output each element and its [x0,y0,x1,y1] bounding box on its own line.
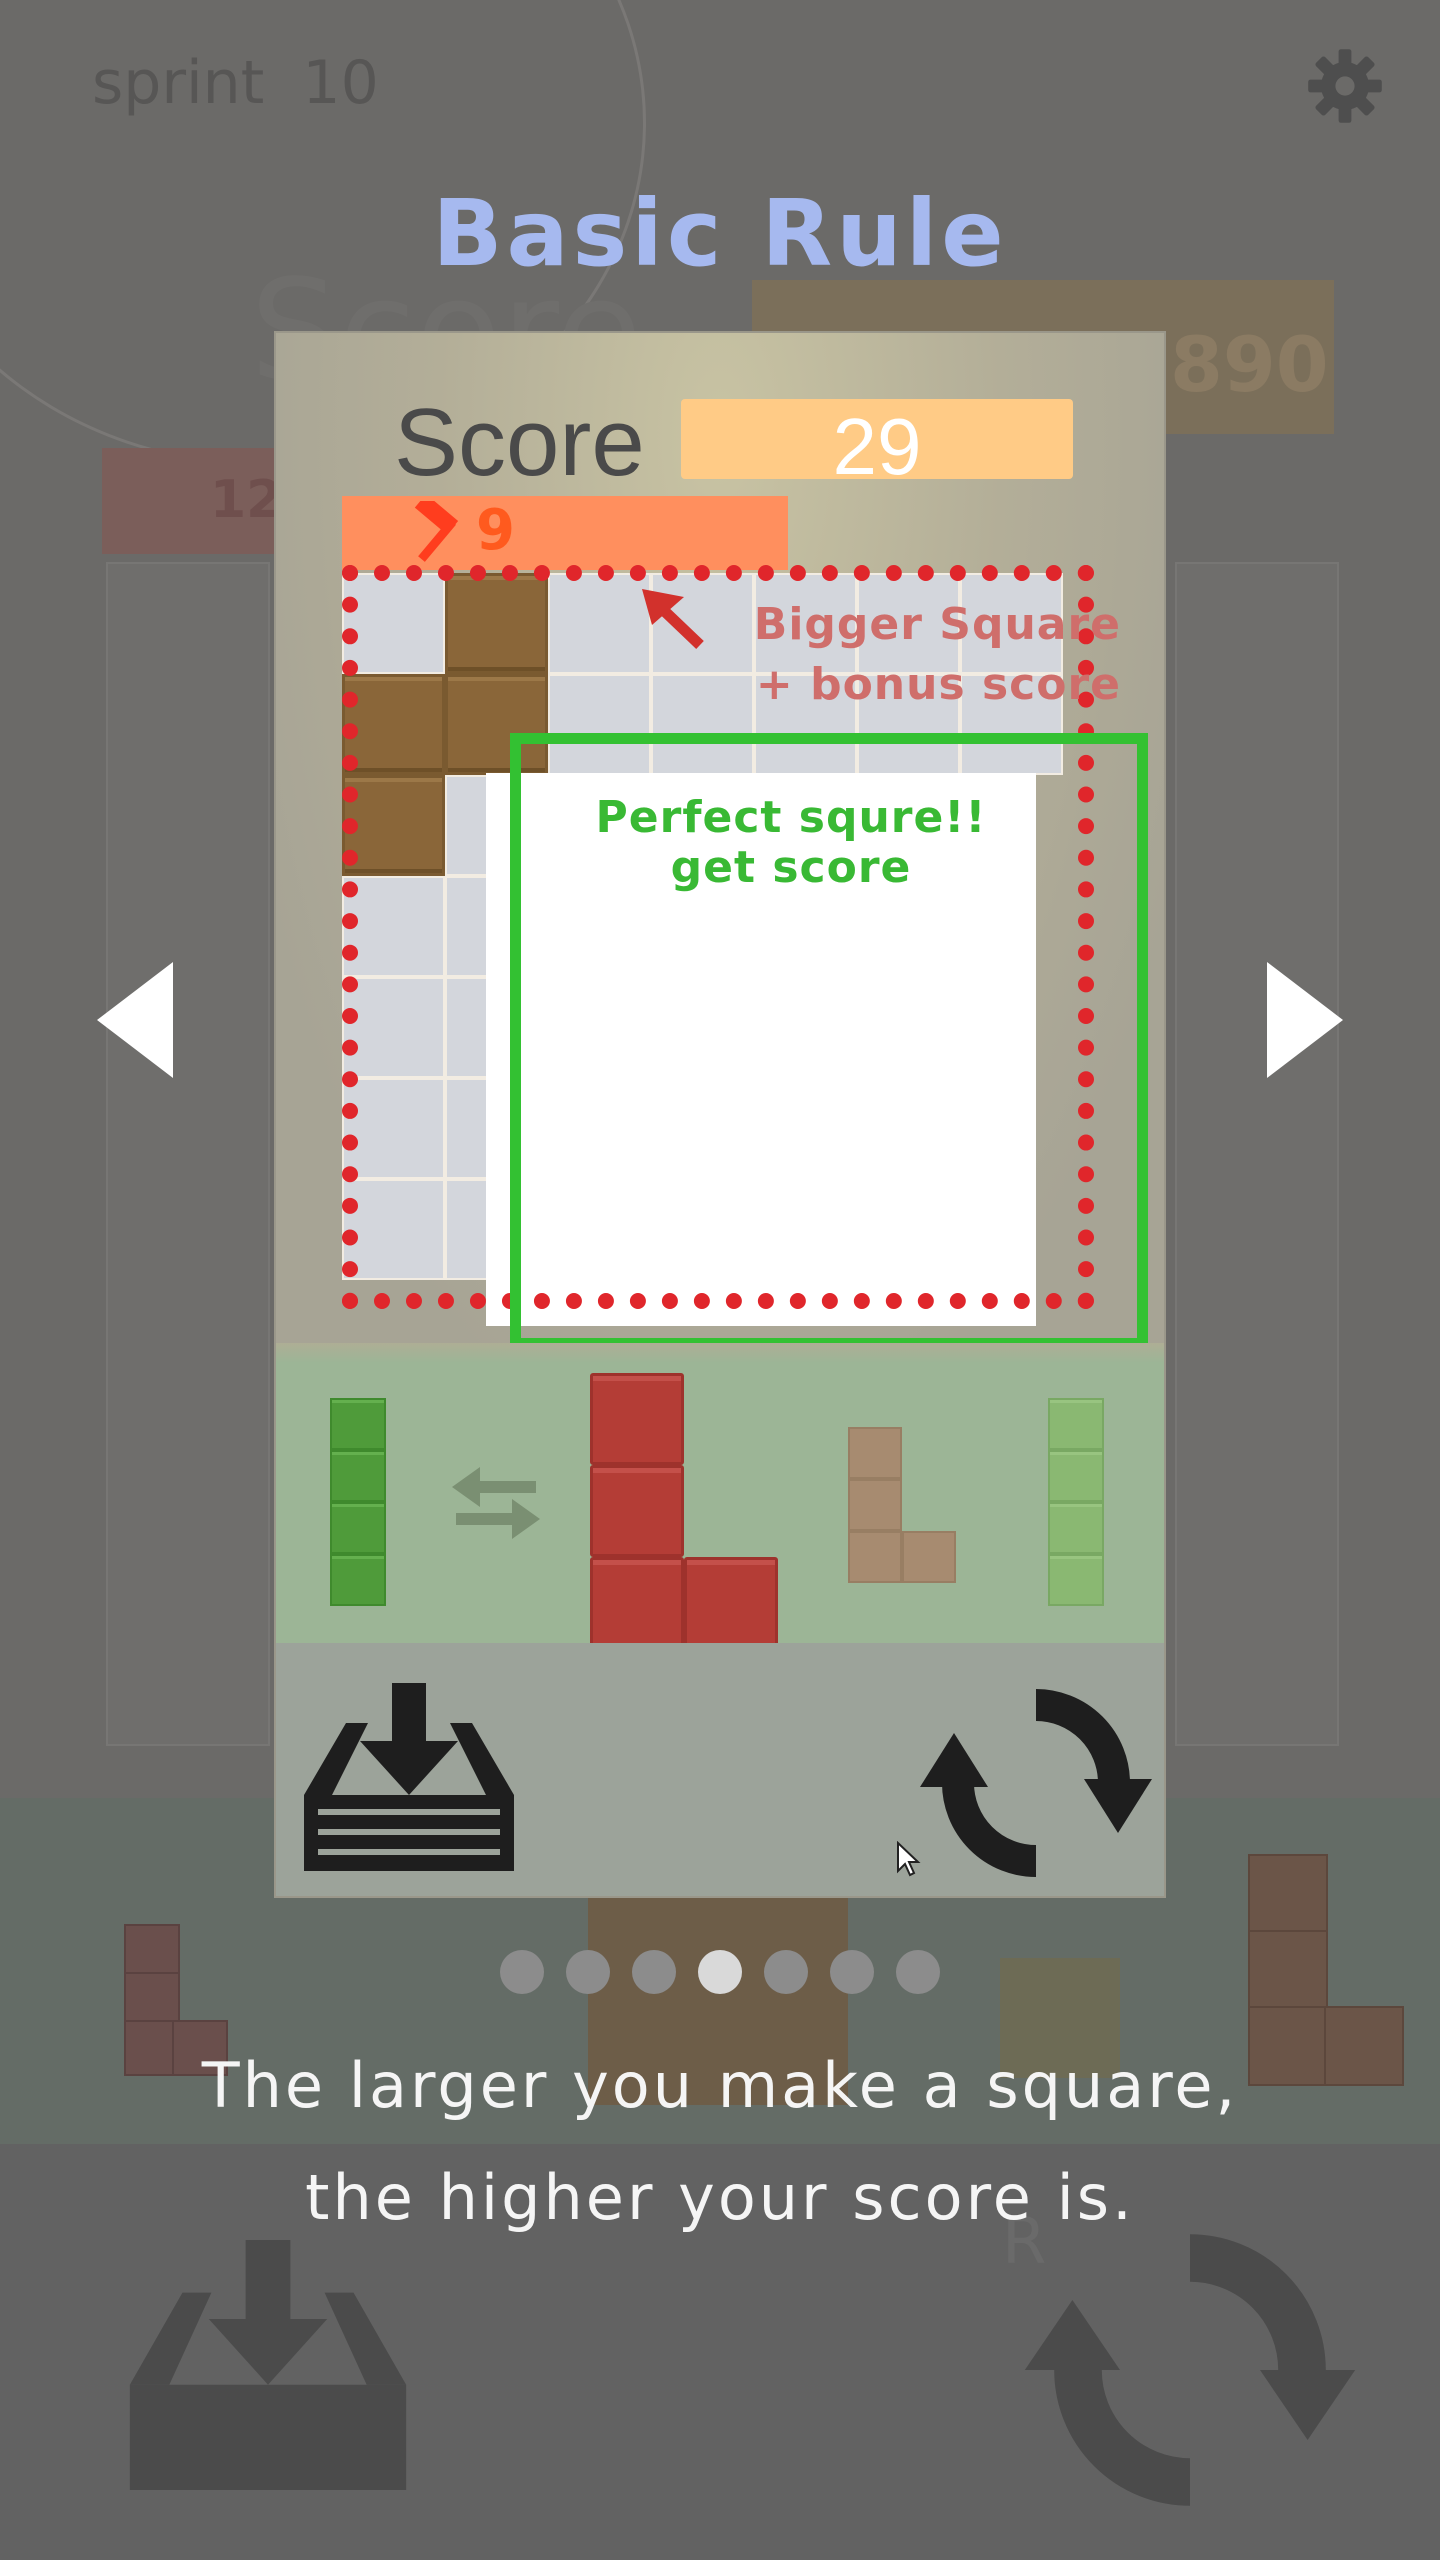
page-dot[interactable] [830,1950,874,1994]
piece-cell [902,1531,956,1583]
rotate-icon [920,1689,1152,1877]
piece-cell [330,1502,386,1554]
page-dot[interactable] [764,1950,808,1994]
swap-arrows-icon[interactable] [446,1451,546,1551]
description-line: The larger you make a square, [201,2049,1239,2122]
piece-cell[interactable] [590,1373,684,1465]
piece-cell [1048,1502,1104,1554]
background-hammer-count: 12 [210,470,283,530]
bigger-square-annotation: Bigger Square + bonus score [753,599,1121,710]
inbox-download-icon [304,1683,514,1871]
background-board-column [106,562,270,1746]
page-dot[interactable] [632,1950,676,1994]
piece-tray-edge [276,1343,1164,1363]
tutorial-card: Score 29 9 Bigger Square + bonus score P… [276,333,1164,1896]
page-dot[interactable] [896,1950,940,1994]
gear-icon[interactable] [1305,46,1385,126]
card-hammer-count: 9 [476,498,515,563]
arrow-up-left-icon [642,589,704,649]
rule-description: The larger you make a square, the higher… [0,2030,1440,2254]
background-score-value: 890 [1170,320,1329,409]
rotate-icon[interactable] [1020,2230,1360,2510]
background-piece-cell [1248,1854,1328,1934]
triangle-right-icon[interactable] [1265,960,1345,1080]
page-dot[interactable] [698,1950,742,1994]
page-title: Basic Rule [432,180,1008,287]
hammer-icon [414,501,459,562]
piece-cell [1048,1450,1104,1502]
piece-cell [330,1450,386,1502]
perfect-square-annotation: Perfect squre!! get score [595,792,987,893]
card-score-label: Score [394,389,645,496]
page-dot[interactable] [566,1950,610,1994]
description-line: the higher your score is. [305,2161,1135,2234]
background-board-column [1175,562,1339,1746]
page-indicator [0,1950,1440,1994]
piece-cell [848,1531,902,1583]
triangle-left-icon[interactable] [95,960,175,1080]
piece-cell [330,1554,386,1606]
piece-cell [330,1398,386,1450]
card-score-value: 29 [832,402,922,491]
piece-cell[interactable] [684,1557,778,1649]
piece-cell [848,1479,902,1531]
piece-cell [848,1427,902,1479]
piece-cell[interactable] [590,1557,684,1649]
game-mode-label: sprint 10 [92,48,379,118]
inbox-download-icon[interactable] [128,2240,408,2490]
page-dot[interactable] [500,1950,544,1994]
mouse-pointer-icon [897,1841,921,1877]
piece-cell[interactable] [590,1465,684,1557]
piece-cell [1048,1398,1104,1450]
piece-cell [1048,1554,1104,1606]
